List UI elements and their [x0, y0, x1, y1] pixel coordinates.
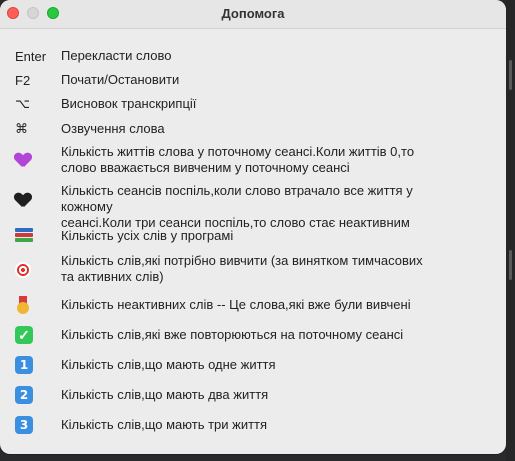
shortcut-desc: Озвучення слова [61, 121, 165, 136]
shortcut-key: Enter [15, 48, 47, 64]
black-heart-icon [15, 193, 55, 208]
medal-icon [15, 296, 55, 314]
shortcut-row-enter: Enter Перекласти слово [0, 48, 506, 64]
command-key-icon: ⌘ [15, 121, 28, 136]
legend-row-sessions: Кількість сеансів поспіль,коли слово втр… [0, 183, 506, 230]
legend-line: Кількість слів,які вже повторюються на п… [61, 327, 404, 342]
target-icon [15, 262, 55, 278]
shortcut-row-command: ⌘ Озвучення слова [0, 121, 506, 137]
legend-line: Кількість життів слова у поточному сеанс… [61, 144, 415, 159]
background-window-edge [506, 0, 515, 461]
shortcut-row-option: ⌥ Висновок транскрипції [0, 96, 506, 112]
legend-row-to-learn: Кількість слів,які потрібно вивчити (за … [0, 253, 506, 287]
legend-line: Кількість слів,що мають одне життя [61, 357, 276, 372]
shortcut-key: F2 [15, 72, 31, 88]
legend-line: Кількість слів,що мають два життя [61, 387, 269, 402]
purple-heart-icon [15, 153, 55, 168]
keycap-one-icon: 1 [15, 356, 55, 374]
shortcut-desc: Почати/Остановити [61, 72, 180, 87]
shortcut-row-f2: F2 Почати/Остановити [0, 72, 506, 88]
legend-line: Кількість слів,які потрібно вивчити (за … [61, 253, 423, 268]
window-title: Допомога [221, 6, 285, 21]
legend-line: та активних слів) [61, 269, 164, 284]
shortcut-desc: Перекласти слово [61, 48, 172, 63]
legend-line: слово вважається вивченим у поточному се… [61, 160, 350, 175]
legend-row-two-lives: 2 Кількість слів,що мають два життя [0, 386, 506, 404]
title-bar[interactable]: Допомога [0, 0, 506, 29]
check-mark-icon: ✓ [15, 326, 55, 344]
legend-line: Кількість неактивних слів -- Це слова,як… [61, 297, 411, 312]
legend-row-inactive: Кількість неактивних слів -- Це слова,як… [0, 296, 506, 314]
keycap-two-icon: 2 [15, 386, 55, 404]
legend-row-three-lives: 3 Кількість слів,що мають три життя [0, 416, 506, 434]
shortcut-desc: Висновок транскрипції [61, 96, 197, 111]
legend-row-one-life: 1 Кількість слів,що мають одне життя [0, 356, 506, 374]
legend-row-all-words: Кількість усіх слів у програмі [0, 227, 506, 245]
legend-line: Кількість слів,що мають три життя [61, 417, 268, 432]
help-window: Допомога Enter Перекласти слово F2 Почат… [0, 0, 506, 454]
books-icon [15, 228, 55, 242]
option-key-icon: ⌥ [15, 96, 30, 111]
keycap-three-icon: 3 [15, 416, 55, 434]
legend-row-repeating: ✓ Кількість слів,які вже повторюються на… [0, 326, 506, 344]
legend-row-lives: Кількість життів слова у поточному сеанс… [0, 144, 506, 178]
legend-line: Кількість сеансів поспіль,коли слово втр… [61, 183, 413, 214]
legend-line: Кількість усіх слів у програмі [61, 228, 234, 243]
